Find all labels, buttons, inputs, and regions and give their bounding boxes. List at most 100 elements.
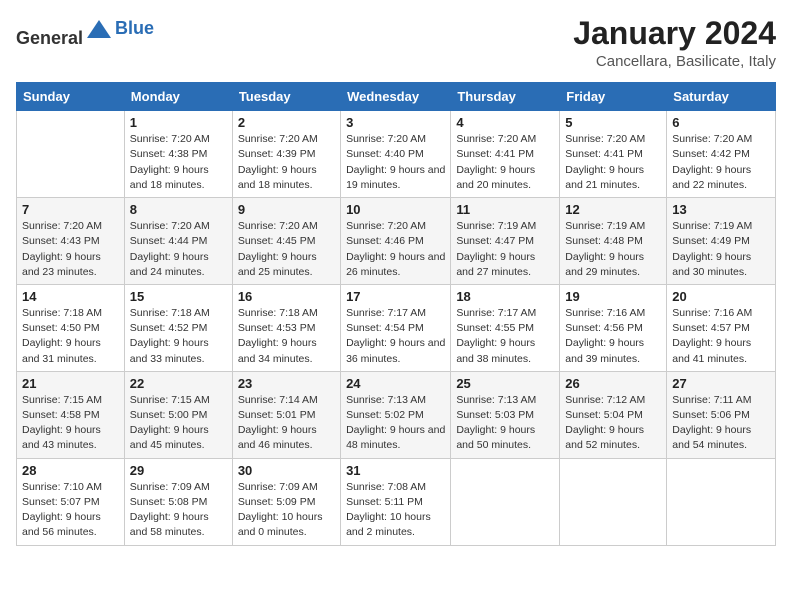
- day-info: Sunrise: 7:13 AMSunset: 5:02 PMDaylight:…: [346, 393, 445, 454]
- calendar-cell: 20 Sunrise: 7:16 AMSunset: 4:57 PMDayligh…: [667, 284, 776, 371]
- calendar-cell: 31 Sunrise: 7:08 AMSunset: 5:11 PMDayligh…: [341, 458, 451, 545]
- logo: General Blue: [16, 16, 154, 49]
- calendar-cell: 16Sunrise: 7:18 AMSunset: 4:53 PMDayligh…: [232, 284, 340, 371]
- day-info: Sunrise: 7:20 AMSunset: 4:41 PMDaylight:…: [565, 132, 661, 193]
- day-number: 31: [346, 463, 445, 478]
- day-info: Sunrise: 7:15 AMSunset: 4:58 PMDaylight:…: [22, 393, 119, 454]
- calendar-cell: 8 Sunrise: 7:20 AMSunset: 4:44 PMDaylight…: [124, 198, 232, 285]
- day-number: 22: [130, 376, 227, 391]
- location-title: Cancellara, Basilicate, Italy: [573, 53, 776, 70]
- day-number: 2: [238, 115, 335, 130]
- day-number: 29: [130, 463, 227, 478]
- day-number: 25: [456, 376, 554, 391]
- calendar-cell: 1Sunrise: 7:20 AMSunset: 4:38 PMDaylight…: [124, 111, 232, 198]
- day-info: Sunrise: 7:14 AMSunset: 5:01 PMDaylight:…: [238, 393, 335, 454]
- calendar-cell: 25 Sunrise: 7:13 AMSunset: 5:03 PMDayligh…: [451, 371, 560, 458]
- day-number: 23: [238, 376, 335, 391]
- calendar-cell: 19Sunrise: 7:16 AMSunset: 4:56 PMDayligh…: [560, 284, 667, 371]
- day-info: Sunrise: 7:09 AMSunset: 5:08 PMDaylight:…: [130, 480, 227, 541]
- day-number: 19: [565, 289, 661, 304]
- day-info: Sunrise: 7:20 AMSunset: 4:45 PMDaylight:…: [238, 219, 335, 280]
- day-number: 7: [22, 202, 119, 217]
- weekday-header-saturday: Saturday: [667, 83, 776, 111]
- calendar-cell: [17, 111, 125, 198]
- day-info: Sunrise: 7:20 AMSunset: 4:40 PMDaylight:…: [346, 132, 445, 193]
- day-number: 12: [565, 202, 661, 217]
- calendar-cell: 17Sunrise: 7:17 AMSunset: 4:54 PMDayligh…: [341, 284, 451, 371]
- day-number: 15: [130, 289, 227, 304]
- weekday-header-wednesday: Wednesday: [341, 83, 451, 111]
- day-number: 5: [565, 115, 661, 130]
- day-number: 28: [22, 463, 119, 478]
- title-block: January 2024 Cancellara, Basilicate, Ita…: [573, 16, 776, 70]
- day-info: Sunrise: 7:20 AMSunset: 4:43 PMDaylight:…: [22, 219, 119, 280]
- day-info: Sunrise: 7:09 AMSunset: 5:09 PMDaylight:…: [238, 480, 335, 541]
- calendar-cell: 5 Sunrise: 7:20 AMSunset: 4:41 PMDaylight…: [560, 111, 667, 198]
- calendar-cell: 15 Sunrise: 7:18 AMSunset: 4:52 PMDayligh…: [124, 284, 232, 371]
- calendar-cell: 23 Sunrise: 7:14 AMSunset: 5:01 PMDayligh…: [232, 371, 340, 458]
- day-number: 20: [672, 289, 770, 304]
- calendar-cell: [560, 458, 667, 545]
- weekday-header-tuesday: Tuesday: [232, 83, 340, 111]
- logo-icon: [85, 16, 113, 44]
- calendar-cell: 3 Sunrise: 7:20 AMSunset: 4:40 PMDaylight…: [341, 111, 451, 198]
- day-number: 18: [456, 289, 554, 304]
- calendar-cell: 26Sunrise: 7:12 AMSunset: 5:04 PMDayligh…: [560, 371, 667, 458]
- day-number: 3: [346, 115, 445, 130]
- logo-general: General: [16, 28, 83, 48]
- day-number: 10: [346, 202, 445, 217]
- day-info: Sunrise: 7:13 AMSunset: 5:03 PMDaylight:…: [456, 393, 554, 454]
- weekday-header-friday: Friday: [560, 83, 667, 111]
- calendar-cell: 6Sunrise: 7:20 AMSunset: 4:42 PMDaylight…: [667, 111, 776, 198]
- weekday-header-thursday: Thursday: [451, 83, 560, 111]
- day-number: 9: [238, 202, 335, 217]
- calendar-cell: 12 Sunrise: 7:19 AMSunset: 4:48 PMDayligh…: [560, 198, 667, 285]
- calendar-table: SundayMondayTuesdayWednesdayThursdayFrid…: [16, 82, 776, 545]
- calendar-cell: 2Sunrise: 7:20 AMSunset: 4:39 PMDaylight…: [232, 111, 340, 198]
- day-info: Sunrise: 7:12 AMSunset: 5:04 PMDaylight:…: [565, 393, 661, 454]
- day-info: Sunrise: 7:18 AMSunset: 4:50 PMDaylight:…: [22, 306, 119, 367]
- day-info: Sunrise: 7:08 AMSunset: 5:11 PMDaylight:…: [346, 480, 445, 541]
- calendar-cell: 30Sunrise: 7:09 AMSunset: 5:09 PMDayligh…: [232, 458, 340, 545]
- day-number: 11: [456, 202, 554, 217]
- day-info: Sunrise: 7:10 AMSunset: 5:07 PMDaylight:…: [22, 480, 119, 541]
- calendar-cell: 4 Sunrise: 7:20 AMSunset: 4:41 PMDaylight…: [451, 111, 560, 198]
- page-header: General Blue January 2024 Cancellara, Ba…: [16, 16, 776, 70]
- day-info: Sunrise: 7:19 AMSunset: 4:48 PMDaylight:…: [565, 219, 661, 280]
- day-info: Sunrise: 7:11 AMSunset: 5:06 PMDaylight:…: [672, 393, 770, 454]
- day-info: Sunrise: 7:19 AMSunset: 4:47 PMDaylight:…: [456, 219, 554, 280]
- day-info: Sunrise: 7:20 AMSunset: 4:42 PMDaylight:…: [672, 132, 770, 193]
- calendar-cell: 28 Sunrise: 7:10 AMSunset: 5:07 PMDayligh…: [17, 458, 125, 545]
- calendar-cell: 27 Sunrise: 7:11 AMSunset: 5:06 PMDayligh…: [667, 371, 776, 458]
- weekday-header-monday: Monday: [124, 83, 232, 111]
- calendar-cell: 7 Sunrise: 7:20 AMSunset: 4:43 PMDaylight…: [17, 198, 125, 285]
- day-number: 13: [672, 202, 770, 217]
- calendar-cell: [451, 458, 560, 545]
- day-info: Sunrise: 7:17 AMSunset: 4:54 PMDaylight:…: [346, 306, 445, 367]
- day-info: Sunrise: 7:18 AMSunset: 4:52 PMDaylight:…: [130, 306, 227, 367]
- day-info: Sunrise: 7:20 AMSunset: 4:44 PMDaylight:…: [130, 219, 227, 280]
- calendar-cell: 14 Sunrise: 7:18 AMSunset: 4:50 PMDayligh…: [17, 284, 125, 371]
- day-info: Sunrise: 7:17 AMSunset: 4:55 PMDaylight:…: [456, 306, 554, 367]
- calendar-cell: 21 Sunrise: 7:15 AMSunset: 4:58 PMDayligh…: [17, 371, 125, 458]
- day-number: 8: [130, 202, 227, 217]
- month-title: January 2024: [573, 16, 776, 51]
- day-info: Sunrise: 7:20 AMSunset: 4:38 PMDaylight:…: [130, 132, 227, 193]
- day-number: 27: [672, 376, 770, 391]
- day-info: Sunrise: 7:16 AMSunset: 4:57 PMDaylight:…: [672, 306, 770, 367]
- calendar-cell: 29 Sunrise: 7:09 AMSunset: 5:08 PMDayligh…: [124, 458, 232, 545]
- day-number: 14: [22, 289, 119, 304]
- day-number: 24: [346, 376, 445, 391]
- day-info: Sunrise: 7:19 AMSunset: 4:49 PMDaylight:…: [672, 219, 770, 280]
- day-number: 16: [238, 289, 335, 304]
- day-number: 21: [22, 376, 119, 391]
- day-info: Sunrise: 7:20 AMSunset: 4:46 PMDaylight:…: [346, 219, 445, 280]
- calendar-cell: 24 Sunrise: 7:13 AMSunset: 5:02 PMDayligh…: [341, 371, 451, 458]
- calendar-cell: 22Sunrise: 7:15 AMSunset: 5:00 PMDayligh…: [124, 371, 232, 458]
- calendar-cell: 10 Sunrise: 7:20 AMSunset: 4:46 PMDayligh…: [341, 198, 451, 285]
- logo-blue: Blue: [115, 18, 154, 38]
- calendar-cell: 13 Sunrise: 7:19 AMSunset: 4:49 PMDayligh…: [667, 198, 776, 285]
- day-info: Sunrise: 7:20 AMSunset: 4:41 PMDaylight:…: [456, 132, 554, 193]
- weekday-header-sunday: Sunday: [17, 83, 125, 111]
- day-number: 4: [456, 115, 554, 130]
